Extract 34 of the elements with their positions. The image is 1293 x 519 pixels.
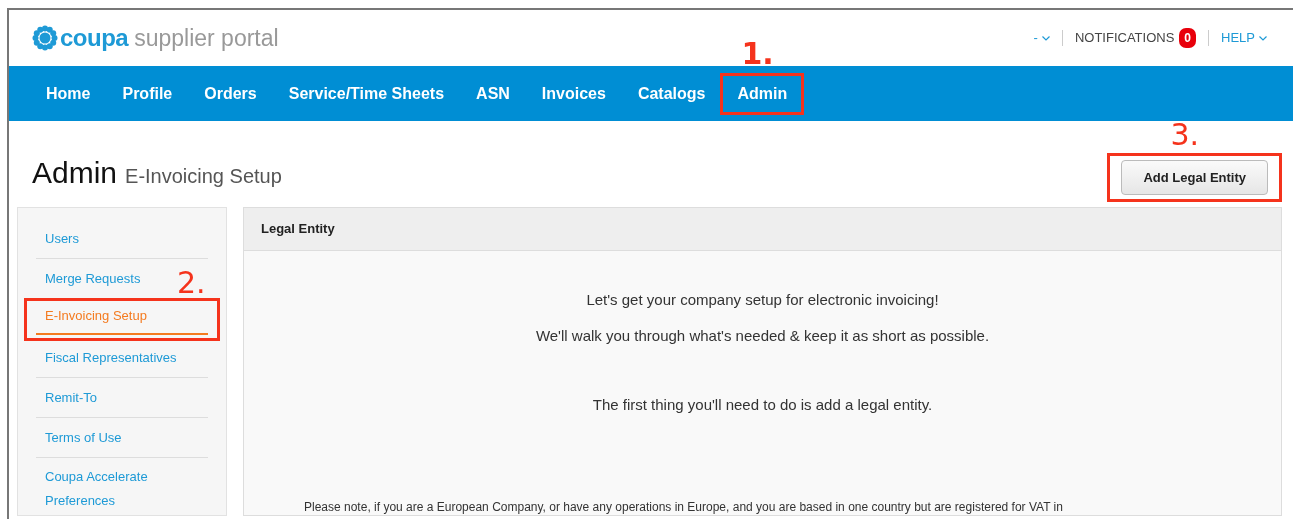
page-subtitle: E-Invoicing Setup bbox=[125, 164, 282, 189]
annotation-number: 3. bbox=[1170, 119, 1200, 150]
nav-tab[interactable]: Profile bbox=[108, 75, 187, 112]
sidebar-item[interactable]: Coupa Accelerate Preferences bbox=[45, 465, 199, 513]
nav-tab[interactable]: Home bbox=[32, 75, 105, 112]
nav-tab[interactable]: Service/Time Sheets bbox=[274, 75, 459, 112]
flower-logo-icon bbox=[32, 25, 58, 51]
nav-tab[interactable]: ASN bbox=[462, 75, 524, 112]
notification-count-badge: 0 bbox=[1179, 28, 1197, 48]
sidebar-item[interactable]: Terms of Use bbox=[45, 426, 122, 450]
logo-wordmark: coupa bbox=[60, 23, 129, 53]
sidebar-item[interactable]: Merge Requests bbox=[45, 267, 141, 291]
nav-tab[interactable]: Invoices bbox=[527, 75, 620, 112]
notifications-label[interactable]: NOTIFICATIONS bbox=[1074, 28, 1175, 48]
annotation-number: 2. bbox=[177, 268, 206, 298]
instruction-text: The first thing you'll need to do is add a legal entity. bbox=[592, 394, 933, 415]
annotation-number: 1. bbox=[741, 38, 774, 69]
intro-text: We'll walk you through what's needed & keep it as short as possible. bbox=[535, 326, 990, 346]
help-menu[interactable]: HELP bbox=[1221, 28, 1255, 48]
intro-text: Let's get your company setup for electronic invoicing! bbox=[586, 289, 939, 310]
sidebar-item[interactable]: E-Invoicing Setup bbox=[45, 304, 147, 328]
page-title: Admin bbox=[32, 155, 118, 191]
chevron-down-icon bbox=[1041, 35, 1050, 41]
user-menu[interactable]: - bbox=[1033, 28, 1038, 48]
sidebar-item[interactable]: Remit-To bbox=[45, 386, 97, 410]
add-legal-entity-button[interactable]: Add Legal Entity bbox=[1121, 159, 1268, 195]
nav-tab[interactable]: Orders bbox=[190, 75, 271, 112]
sidebar-item[interactable]: Fiscal Representatives bbox=[45, 346, 177, 370]
note-text: Please note, if you are a European Company, or have any operations in Europe, and you are based in one country but are registered for VAT in bbox=[303, 500, 1063, 515]
logo-product-name: supplier portal bbox=[134, 23, 279, 53]
chevron-down-icon bbox=[1259, 35, 1267, 41]
sidebar-item[interactable]: Users bbox=[45, 227, 79, 251]
nav-tab[interactable]: Catalogs bbox=[623, 75, 720, 112]
panel-header: Legal Entity bbox=[244, 208, 1281, 251]
